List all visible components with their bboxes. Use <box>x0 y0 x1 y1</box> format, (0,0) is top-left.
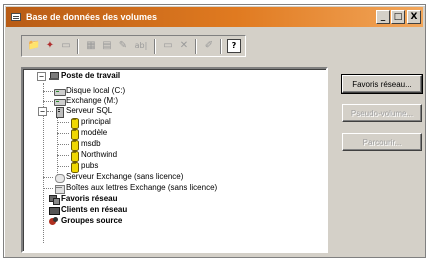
tree-item-northwind[interactable]: Northwind <box>69 150 118 162</box>
scan-icon[interactable]: ▭ <box>59 39 73 53</box>
collapse-toggle[interactable]: − <box>37 72 46 81</box>
volume-tree[interactable]: − Poste de travail Disque local (C:) Exc… <box>21 67 328 253</box>
edit-icon[interactable]: ✐ <box>202 39 216 53</box>
tree-item-favoris-reseau[interactable]: Favoris réseau <box>49 194 118 205</box>
tree-item-label: msdb <box>81 139 101 148</box>
maximize-button[interactable]: □ <box>391 10 405 24</box>
view-list-icon[interactable]: ▤ <box>100 39 114 53</box>
tree-line <box>57 117 58 179</box>
collapse-toggle[interactable]: − <box>38 107 47 116</box>
tree-item-principal[interactable]: principal <box>69 117 111 129</box>
open-folder-icon[interactable]: 📁 <box>27 39 41 53</box>
database-icon <box>69 139 79 151</box>
tree-item-label: Disque local (C:) <box>66 86 126 95</box>
server-icon <box>54 106 64 118</box>
drive-icon <box>54 87 66 96</box>
source-groups-icon <box>49 216 59 226</box>
tree-item-label: Clients en réseau <box>61 205 128 214</box>
tree-item-exchange-m[interactable]: Exchange (M:) <box>54 96 118 106</box>
favoris-reseau-button[interactable]: Favoris réseau... <box>341 74 423 94</box>
help-icon[interactable]: ? <box>227 39 241 53</box>
tree-item-poste-de-travail[interactable]: Poste de travail <box>49 71 120 81</box>
tree-item-label: Boîtes aux lettres Exchange (sans licenc… <box>66 183 218 192</box>
new-item-icon[interactable]: ✦ <box>43 39 57 53</box>
database-icon <box>69 150 79 162</box>
tree-line <box>57 155 69 156</box>
tree-item-label: Northwind <box>81 150 118 159</box>
tree-line <box>57 133 69 134</box>
database-icon <box>69 117 79 129</box>
title-bar[interactable]: Base de données des volumes _ □ X <box>6 7 423 27</box>
link-icon[interactable]: ✎ <box>116 39 130 53</box>
tree-item-label: Serveur SQL <box>66 106 113 115</box>
delete-icon[interactable]: ✕ <box>177 39 191 53</box>
tree-item-msdb[interactable]: msdb <box>69 139 101 151</box>
tree-line <box>43 91 53 92</box>
tree-item-label: modèle <box>81 128 108 137</box>
tree-line <box>57 122 69 123</box>
tree-item-clients-reseau[interactable]: Clients en réseau <box>49 205 127 215</box>
tree-line <box>57 144 69 145</box>
toolbar: 📁 ✦ ▭ ▦ ▤ ✎ ab| ▭ ✕ ✐ ? <box>21 35 246 57</box>
tree-item-label: pubs <box>81 161 99 170</box>
tree-item-serveur-exchange[interactable]: Serveur Exchange (sans licence) <box>54 172 184 183</box>
tree-item-label: principal <box>81 117 111 126</box>
volume-database-window: Base de données des volumes _ □ X 📁 ✦ ▭ … <box>3 4 426 258</box>
tree-line <box>57 166 69 167</box>
window-app-icon <box>11 13 21 21</box>
tree-item-boites-exchange[interactable]: Boîtes aux lettres Exchange (sans licenc… <box>54 183 218 194</box>
database-icon <box>69 128 79 140</box>
tree-line <box>43 101 53 102</box>
parcourir-button[interactable]: Parcourir... <box>342 133 422 151</box>
minimize-button[interactable]: _ <box>376 10 390 24</box>
tree-item-modele[interactable]: modèle <box>69 128 108 140</box>
tree-line <box>47 111 53 112</box>
drive-icon <box>54 97 66 106</box>
network-clients-icon <box>49 206 60 215</box>
database-icon <box>69 161 79 173</box>
view-grid-icon[interactable]: ▦ <box>84 39 98 53</box>
tree-item-serveur-sql[interactable]: Serveur SQL <box>54 106 113 118</box>
tree-item-pubs[interactable]: pubs <box>69 161 99 173</box>
mailbox-icon <box>54 184 65 194</box>
tree-item-groupes-source[interactable]: Groupes source <box>49 216 122 226</box>
tree-line <box>43 188 53 189</box>
network-favorites-icon <box>49 194 60 205</box>
toolbar-separator <box>154 39 156 54</box>
rename-icon[interactable]: ab| <box>132 39 150 53</box>
tree-item-label: Exchange (M:) <box>66 96 119 105</box>
tree-item-label: Favoris réseau <box>61 194 118 203</box>
window-title: Base de données des volumes <box>26 12 158 22</box>
tree-item-label: Serveur Exchange (sans licence) <box>66 172 184 181</box>
exchange-server-icon <box>54 173 65 183</box>
pseudo-volume-button[interactable]: Pseudo-volume... <box>342 104 422 122</box>
tree-item-label: Groupes source <box>61 216 123 225</box>
toolbar-separator <box>195 39 197 54</box>
tree-item-disque-local[interactable]: Disque local (C:) <box>54 86 125 96</box>
toolbar-separator <box>77 39 79 54</box>
toolbar-separator <box>220 39 222 54</box>
computer-icon <box>49 71 59 81</box>
properties-icon[interactable]: ▭ <box>161 39 175 53</box>
tree-item-label: Poste de travail <box>61 71 121 80</box>
tree-line <box>43 177 53 178</box>
close-button[interactable]: X <box>407 10 421 24</box>
